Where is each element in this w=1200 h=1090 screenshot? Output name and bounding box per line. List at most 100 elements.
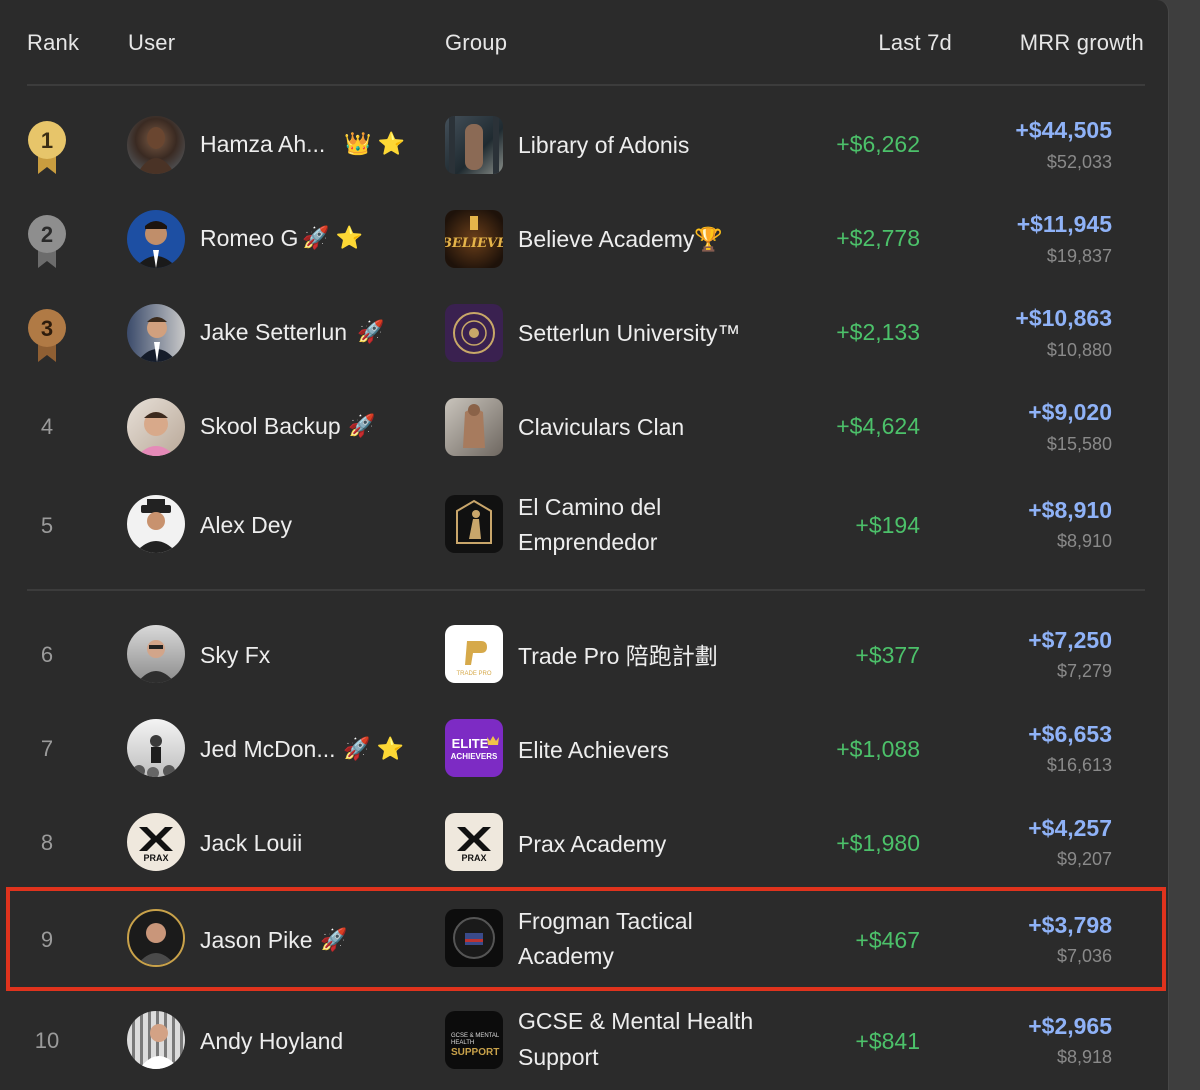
mrr-growth-value: +$44,505	[1015, 117, 1112, 143]
user-badges: 🚀 ⭐	[302, 225, 363, 250]
group-name[interactable]: Trade Pro 陪跑計劃	[518, 638, 718, 674]
group-name-line-2[interactable]: Emprendedor	[518, 524, 657, 560]
table-row[interactable]: 2 Romeo G 🚀 ⭐ BELIEVE Believe Academy🏆 +…	[0, 194, 1168, 284]
mrr-growth-value: +$10,863	[1015, 305, 1112, 331]
mrr-growth-value: +$6,653	[1028, 721, 1112, 747]
mrr-total-value: $15,580	[1046, 434, 1112, 454]
avatar[interactable]: PRAX	[127, 813, 185, 871]
gold-medal-icon: 1	[26, 120, 68, 176]
mrr-total-value: $16,613	[1046, 755, 1112, 775]
avatar[interactable]	[127, 495, 185, 553]
group-name-line-1[interactable]: GCSE & Mental Health	[518, 1003, 753, 1039]
gcse-logo-text-2: HEALTH	[451, 1040, 474, 1046]
user-name[interactable]: Jed McDon...	[200, 736, 336, 763]
rank-number: 7	[40, 736, 54, 761]
avatar[interactable]	[127, 625, 185, 683]
group-logo[interactable]: TRADE PRO	[445, 625, 503, 683]
medal-rank-label: 3	[41, 316, 53, 341]
group-logo[interactable]: GCSE & MENTAL HEALTH SUPPORT	[445, 1011, 503, 1069]
table-row[interactable]: 8 PRAX Jack Louii PRAX Prax Academy +$1,…	[0, 795, 1168, 889]
group-logo[interactable]	[445, 495, 503, 553]
table-row[interactable]: 7 Jed McDon... 🚀 ⭐ ELITE ACHIEVERS Elite …	[0, 701, 1168, 795]
avatar[interactable]	[127, 304, 185, 362]
avatar[interactable]	[127, 1011, 185, 1069]
last-7d-value: +$2,133	[836, 319, 920, 345]
group-logo[interactable]: PRAX	[445, 813, 503, 871]
rank-number: 8	[40, 830, 54, 855]
user-name[interactable]: Romeo G	[200, 225, 298, 252]
table-row[interactable]: 3 Jake Setterlun 🚀 Setterlun University™…	[0, 288, 1168, 378]
mrr-total-value: $19,837	[1046, 246, 1112, 266]
group-logo[interactable]	[445, 116, 503, 174]
user-badges: 🚀	[357, 319, 385, 344]
table-row[interactable]: 5 Alex Dey El Camino del Emprendedor +$1…	[0, 476, 1168, 576]
user-name[interactable]: Sky Fx	[200, 642, 270, 669]
header-group[interactable]: Group	[445, 30, 507, 56]
medal-rank-label: 1	[41, 128, 53, 153]
last-7d-value: +$1,980	[836, 830, 920, 856]
user-badges: 👑 ⭐	[344, 131, 405, 156]
header-last-7d[interactable]: Last 7d	[878, 30, 952, 56]
avatar[interactable]	[127, 210, 185, 268]
mrr-total-value: $8,910	[1056, 531, 1112, 551]
mrr-growth-value: +$11,945	[1016, 211, 1112, 237]
user-name[interactable]: Jake Setterlun	[200, 319, 347, 346]
header-mrr-growth[interactable]: MRR growth	[1020, 30, 1144, 56]
last-7d-value: +$841	[855, 1028, 920, 1054]
mrr-total-value: $52,033	[1046, 152, 1112, 172]
user-name[interactable]: Hamza Ah...	[200, 131, 325, 158]
elite-logo-text: ELITE	[452, 736, 489, 751]
user-name[interactable]: Jack Louii	[200, 830, 302, 857]
table-row[interactable]: 10 Andy Hoyland GCSE & MENTAL HEALTH SUPPO…	[0, 995, 1168, 1090]
user-badges: 🚀	[348, 413, 376, 438]
table-row[interactable]: 1 Hamza Ah... 👑 ⭐ Library of Adonis +$6,…	[0, 100, 1168, 190]
prax-logo-text: PRAX	[143, 853, 168, 863]
group-name[interactable]: Believe Academy🏆	[518, 221, 723, 257]
gcse-logo-text: GCSE & MENTAL	[451, 1033, 500, 1039]
group-name[interactable]: Library of Adonis	[518, 127, 689, 163]
group-logo[interactable]: ELITE ACHIEVERS	[445, 719, 503, 777]
user-name[interactable]: Andy Hoyland	[200, 1028, 343, 1055]
last-7d-value: +$194	[855, 512, 920, 538]
group-logo[interactable]: BELIEVE	[445, 210, 503, 268]
bronze-medal-icon: 3	[26, 308, 68, 364]
mrr-growth-value: +$9,020	[1028, 399, 1112, 425]
header-user[interactable]: User	[128, 30, 175, 56]
highlight-outline	[6, 887, 1166, 991]
elite-logo-subtext: ACHIEVERS	[451, 752, 498, 761]
believe-logo-text: BELIEVE	[445, 236, 503, 251]
mrr-total-value: $9,207	[1056, 849, 1112, 869]
tradepro-logo-text: TRADE PRO	[456, 671, 491, 677]
mrr-growth-value: +$7,250	[1028, 627, 1112, 653]
header-rank[interactable]: Rank	[27, 30, 79, 56]
last-7d-value: +$377	[855, 642, 920, 668]
avatar[interactable]	[127, 398, 185, 456]
mrr-growth-value: +$2,965	[1028, 1013, 1112, 1039]
user-name[interactable]: Alex Dey	[200, 512, 292, 539]
table-row[interactable]: 4 Skool Backup 🚀 Claviculars Clan +$4,62…	[0, 382, 1168, 472]
mrr-total-value: $10,880	[1046, 340, 1112, 360]
gcse-logo-text-3: SUPPORT	[451, 1047, 499, 1058]
group-name[interactable]: Claviculars Clan	[518, 409, 684, 445]
last-7d-value: +$4,624	[836, 413, 920, 439]
user-badges: 🚀 ⭐	[343, 736, 404, 761]
table-row[interactable]: 6 Sky Fx TRADE PRO Trade Pro 陪跑計劃 +$377 …	[0, 607, 1168, 701]
user-name[interactable]: Skool Backup	[200, 413, 341, 440]
rank-number: 5	[40, 513, 54, 538]
mrr-total-value: $8,918	[1056, 1047, 1112, 1067]
silver-medal-icon: 2	[26, 214, 68, 270]
group-name[interactable]: Prax Academy	[518, 826, 666, 862]
group-name-line-2[interactable]: Support	[518, 1039, 599, 1075]
group-logo[interactable]	[445, 304, 503, 362]
group-name[interactable]: Elite Achievers	[518, 732, 669, 768]
avatar[interactable]	[127, 719, 185, 777]
group-name[interactable]: Setterlun University™	[518, 315, 740, 351]
last-7d-value: +$1,088	[836, 736, 920, 762]
group-name-line-1[interactable]: El Camino del	[518, 489, 661, 525]
rank-number: 4	[40, 414, 54, 439]
section-divider	[27, 589, 1145, 591]
last-7d-value: +$2,778	[836, 225, 920, 251]
avatar[interactable]	[127, 116, 185, 174]
group-logo[interactable]	[445, 398, 503, 456]
medal-rank-label: 2	[41, 222, 53, 247]
